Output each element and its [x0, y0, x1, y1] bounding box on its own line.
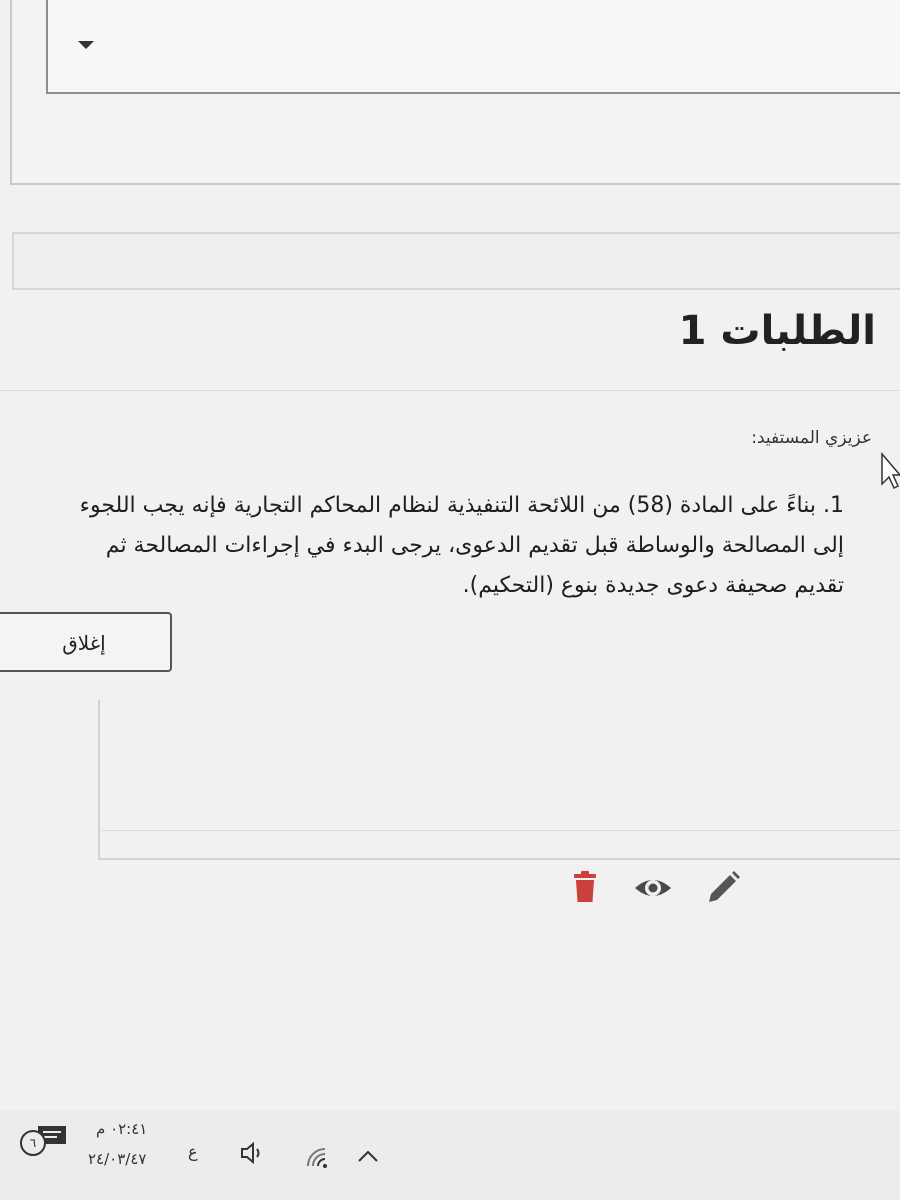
row-actions [565, 868, 745, 908]
chevron-down-icon[interactable] [78, 41, 94, 49]
volume-icon[interactable] [240, 1141, 266, 1168]
requests-modal: الطلبات 1 عزيزي المستفيد: 1. بناءً على ا… [0, 290, 900, 700]
pencil-icon[interactable] [703, 868, 743, 908]
modal-greeting: عزيزي المستفيد: [751, 428, 872, 448]
dropdown-select[interactable]: f [46, 0, 900, 94]
clock-date[interactable]: ٢٤/٠٣/٤٧ [88, 1150, 146, 1168]
modal-message: 1. بناءً على المادة (58) من اللائحة التن… [79, 493, 844, 598]
notification-badge: ٦ [20, 1130, 46, 1156]
taskbar: ٦ ٠٢:٤١ م ٢٤/٠٣/٤٧ ع [0, 1110, 900, 1200]
eye-icon[interactable] [633, 868, 673, 908]
input-language[interactable]: ع [188, 1142, 198, 1161]
trash-icon[interactable] [565, 868, 605, 908]
mouse-cursor-icon [880, 451, 900, 496]
form-section-middle [12, 232, 900, 290]
chevron-up-icon[interactable] [356, 1148, 380, 1168]
close-button[interactable]: إغلاق [0, 612, 172, 672]
wifi-icon[interactable] [305, 1146, 331, 1172]
background-card [98, 700, 900, 860]
background-card-divider [98, 830, 900, 831]
modal-divider [0, 390, 900, 391]
clock-time[interactable]: ٠٢:٤١ م [96, 1120, 147, 1138]
modal-title: الطلبات 1 [678, 308, 876, 354]
